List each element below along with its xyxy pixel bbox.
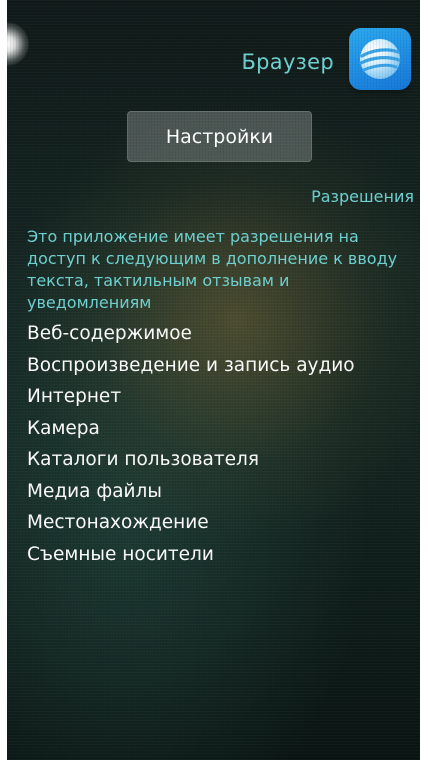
light-glow [7,22,29,66]
settings-button[interactable]: Настройки [127,111,312,162]
permissions-description: Это приложение имеет разрешения на досту… [27,227,398,312]
permission-item-web-content: Веб-содержимое [27,323,192,344]
permission-item-audio: Воспроизведение и запись аудио [27,354,355,376]
browser-sphere-icon [349,28,411,90]
app-settings-screen: Браузер Настройки Разрешения Это приложе… [7,0,420,760]
permission-item-media-files: Медиа файлы [27,480,162,502]
permissions-list: Веб-содержимое Воспроизведение и запись … [27,318,355,570]
permission-item-internet: Интернет [27,386,122,407]
permission-item-camera: Камера [27,417,100,439]
permissions-title: Разрешения [311,187,414,206]
permission-item-user-dirs: Каталоги пользователя [27,449,259,470]
permission-item-location: Местонахождение [27,512,209,533]
permission-item-removable-media: Съемные носители [27,543,214,565]
app-title: Браузер [241,50,334,74]
